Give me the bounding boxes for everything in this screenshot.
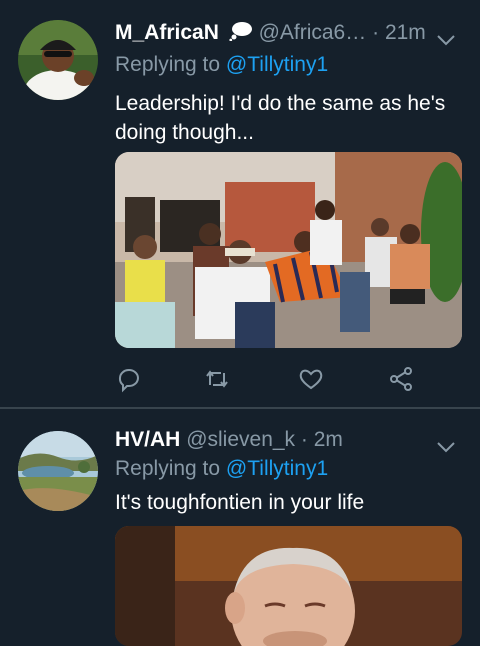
avatar[interactable] xyxy=(18,431,98,511)
tweet-text: Leadership! I'd do the same as he's doin… xyxy=(115,92,446,144)
chevron-down-icon[interactable] xyxy=(436,433,456,453)
tweet[interactable]: M_AfricaN @Africa6… · 21m Replying to @T… xyxy=(0,0,480,408)
tweet-header: M_AfricaN @Africa6… · 21m xyxy=(115,18,456,48)
replying-prefix: Replying to xyxy=(115,457,226,480)
display-name[interactable]: HV/AH xyxy=(115,428,180,451)
display-name[interactable]: M_AfricaN xyxy=(115,21,219,44)
separator: · xyxy=(372,21,380,44)
tweet[interactable]: HV/AH @slieven_k · 2m Replying to @Tilly… xyxy=(0,409,480,646)
timestamp[interactable]: 21m xyxy=(385,21,426,44)
handle[interactable]: @Africa6… xyxy=(259,21,367,44)
replying-to: Replying to @Tillytiny1 xyxy=(115,455,328,483)
handle[interactable]: @slieven_k xyxy=(186,428,295,451)
separator: · xyxy=(300,428,308,451)
tweet-header: HV/AH @slieven_k · 2m xyxy=(115,425,456,455)
avatar[interactable] xyxy=(18,20,98,100)
share-icon[interactable] xyxy=(387,365,415,393)
thought-bubble-icon xyxy=(229,20,253,50)
tweet-image[interactable] xyxy=(115,526,462,646)
replying-handle-link[interactable]: @Tillytiny1 xyxy=(226,53,328,76)
reply-icon[interactable] xyxy=(115,365,143,393)
replying-handle-link[interactable]: @Tillytiny1 xyxy=(226,457,328,480)
like-icon[interactable] xyxy=(297,365,325,393)
tweet-text: It's toughfontien in your life xyxy=(115,491,365,514)
tweet-actions xyxy=(115,365,415,395)
replying-to: Replying to @Tillytiny1 xyxy=(115,51,328,79)
replying-prefix: Replying to xyxy=(115,53,226,76)
chevron-down-icon[interactable] xyxy=(436,26,456,46)
retweet-icon[interactable] xyxy=(203,365,231,393)
timestamp[interactable]: 2m xyxy=(314,428,343,451)
tweet-image[interactable] xyxy=(115,152,462,348)
